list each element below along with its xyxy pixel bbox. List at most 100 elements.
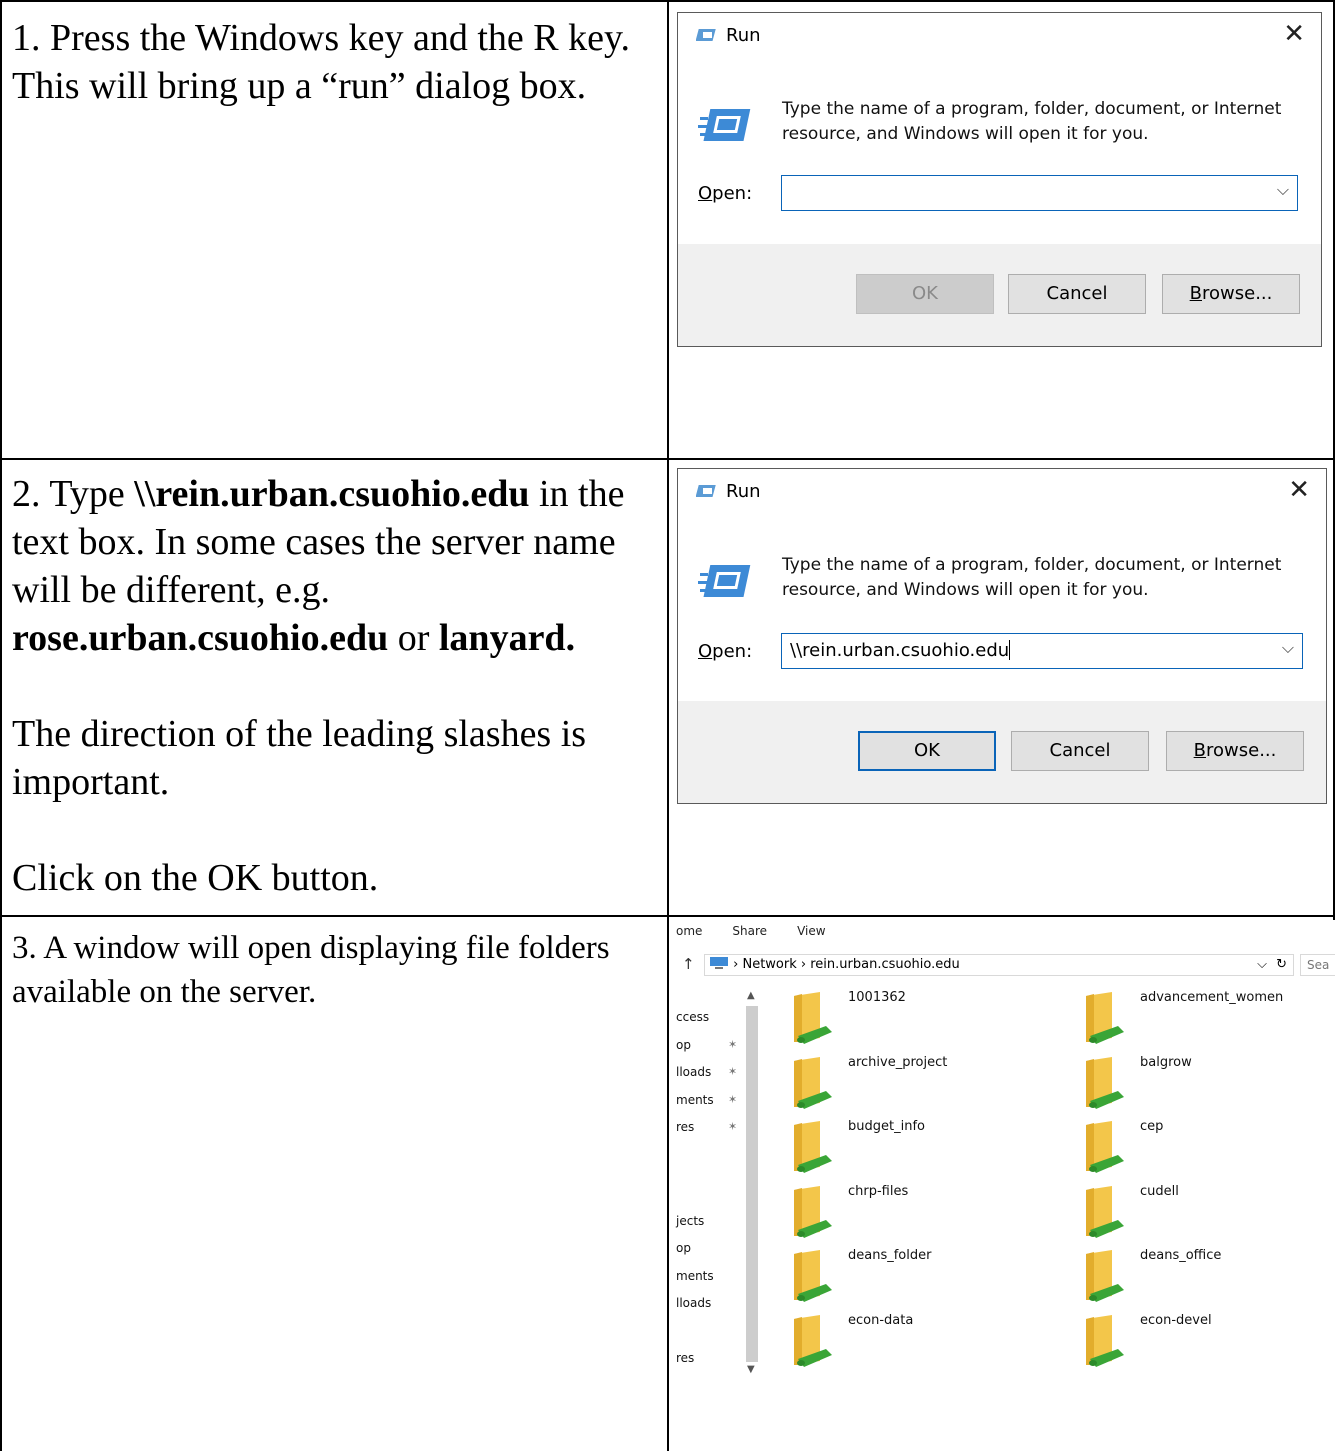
pin-icon: ✶ (728, 1093, 738, 1106)
network-folder-icon (1086, 1314, 1124, 1367)
open-input-value: \\rein.urban.csuohio.edu (790, 640, 1010, 661)
network-folder-item[interactable]: chrp-files (790, 1183, 1070, 1246)
chevron-down-icon[interactable]: ⌵ (1282, 638, 1294, 658)
nav-item[interactable]: jects (676, 1214, 704, 1228)
browse-button[interactable]: Browse... (1162, 274, 1300, 314)
network-folder-icon (794, 1314, 832, 1367)
network-folder-item[interactable]: econ-data (790, 1312, 1070, 1375)
folder-name: balgrow (1140, 1054, 1192, 1070)
step-2-text-a: Type (49, 473, 135, 515)
run-app-icon (696, 485, 716, 497)
cancel-button[interactable]: Cancel (1011, 731, 1149, 771)
file-explorer-window: ome Share View ↑ › Network › rein.urban.cs… (670, 920, 1335, 1451)
breadcrumb-server[interactable]: rein.urban.csuohio.edu (810, 957, 960, 972)
run-app-icon (696, 29, 716, 41)
run-dialog-title: Run (696, 25, 761, 46)
step-2-alt-server-1: rose.urban.csuohio.edu (12, 617, 389, 659)
network-folder-icon (1086, 1056, 1124, 1109)
up-arrow-icon[interactable]: ↑ (682, 955, 695, 973)
run-program-icon (698, 565, 751, 597)
open-label-rest: pen: (712, 641, 753, 662)
folder-name: chrp-files (848, 1183, 909, 1199)
nav-item[interactable]: ccess (676, 1010, 709, 1024)
ok-button[interactable]: OK (858, 731, 996, 771)
folder-name: archive_project (848, 1054, 948, 1070)
menu-view[interactable]: View (797, 924, 825, 938)
breadcrumb-network[interactable]: Network (742, 957, 796, 972)
step-2-number: 2. (12, 473, 41, 515)
browse-button[interactable]: Browse... (1166, 731, 1304, 771)
instruction-table: 1. Press the Windows key and the R key. … (0, 0, 1335, 1451)
folder-name: cudell (1140, 1183, 1179, 1199)
nav-item[interactable]: res (676, 1351, 694, 1365)
network-folder-item[interactable]: archive_project (790, 1054, 1070, 1117)
nav-item[interactable]: lloads (676, 1296, 711, 1310)
search-input[interactable]: Sea (1300, 954, 1335, 976)
folder-name: advancement_women (1140, 990, 1284, 1005)
open-input[interactable]: \\rein.urban.csuohio.edu ⌵ (781, 633, 1303, 669)
browse-access-key: B (1193, 740, 1206, 761)
network-folder-item[interactable]: cudell (1082, 1183, 1335, 1246)
scroll-up-icon[interactable]: ▲ (747, 990, 755, 1001)
table-border-top (0, 0, 1335, 2)
open-label-access-key: O (698, 641, 713, 662)
chevron-down-icon[interactable]: ⌵ (1277, 180, 1289, 200)
open-label-access-key: O (698, 183, 713, 204)
run-dialog-empty: Run ✕ Type the name of a program, folder… (677, 12, 1322, 347)
pin-icon: ✶ (728, 1120, 738, 1133)
network-folder-item[interactable]: deans_office (1082, 1248, 1335, 1310)
network-folder-item[interactable]: deans_folder (790, 1248, 1070, 1310)
scroll-thumb[interactable] (746, 1006, 758, 1362)
pin-icon: ✶ (728, 1065, 738, 1078)
pin-icon: ✶ (728, 1038, 738, 1051)
step-3-body: A window will open displaying file folde… (12, 930, 610, 1010)
folder-name: econ-data (848, 1312, 914, 1328)
menu-home[interactable]: ome (676, 924, 702, 938)
chevron-down-icon[interactable]: ⌵ (1257, 955, 1267, 975)
address-path[interactable]: › Network › rein.urban.csuohio.edu ⌵ ↻ (704, 954, 1294, 976)
step-2-alt-server-2: lanyard. (438, 617, 576, 659)
run-dialog-description: Type the name of a program, folder, docu… (782, 99, 1282, 144)
close-icon[interactable]: ✕ (1283, 21, 1305, 47)
browse-access-key: B (1189, 283, 1202, 304)
network-folder-item[interactable]: econ-devel (1082, 1312, 1335, 1375)
computer-icon (710, 957, 728, 969)
text-cursor (1009, 640, 1011, 660)
run-dialog-footer: OK Cancel Browse... (678, 701, 1326, 803)
nav-item[interactable]: res (676, 1120, 694, 1134)
nav-item[interactable]: lloads (676, 1065, 711, 1079)
network-folder-item[interactable]: balgrow (1082, 1054, 1335, 1117)
open-input[interactable]: ⌵ (781, 175, 1298, 211)
nav-item[interactable]: ments (676, 1269, 714, 1283)
nav-item[interactable]: op (676, 1038, 691, 1052)
run-dialog-filled: Run ✕ Type the name of a program, folder… (677, 468, 1327, 804)
network-folder-item[interactable]: cep (1082, 1119, 1335, 1181)
run-program-icon (698, 109, 751, 141)
network-folder-item[interactable]: 1001362 (790, 990, 1070, 1052)
folder-name: econ-devel (1140, 1312, 1212, 1328)
ok-button[interactable]: OK (856, 274, 994, 314)
network-folder-item[interactable]: budget_info (790, 1119, 1070, 1181)
ribbon-menu: ome Share View (676, 924, 856, 938)
nav-scrollbar[interactable]: ▲ ▼ (744, 990, 760, 1375)
network-folder-icon (794, 1056, 832, 1109)
step-3-number: 3. (12, 930, 37, 966)
refresh-icon[interactable]: ↻ (1276, 955, 1287, 975)
network-folder-item[interactable]: advancement_women (1082, 990, 1335, 1052)
scroll-down-icon[interactable]: ▼ (747, 1364, 755, 1375)
run-dialog-title: Run (696, 481, 761, 502)
cancel-button[interactable]: Cancel (1008, 274, 1146, 314)
network-folder-icon (794, 1121, 832, 1173)
folder-name: cep (1140, 1119, 1164, 1134)
folder-name: budget_info (848, 1119, 925, 1134)
menu-share[interactable]: Share (732, 924, 767, 938)
nav-item[interactable]: ments (676, 1093, 714, 1107)
close-icon[interactable]: ✕ (1288, 477, 1310, 503)
address-bar: ↑ › Network › rein.urban.csuohio.edu ⌵ ↻… (670, 952, 1335, 978)
run-dialog-description: Type the name of a program, folder, docu… (782, 555, 1282, 600)
table-border-middle (667, 0, 669, 1451)
nav-item[interactable]: op (676, 1241, 691, 1255)
step-3-text: 3. A window will open displaying file fo… (12, 926, 652, 1014)
step-2-slashes-note: The direction of the leading slashes is … (12, 713, 587, 803)
browse-label-rest: rowse... (1202, 283, 1273, 304)
